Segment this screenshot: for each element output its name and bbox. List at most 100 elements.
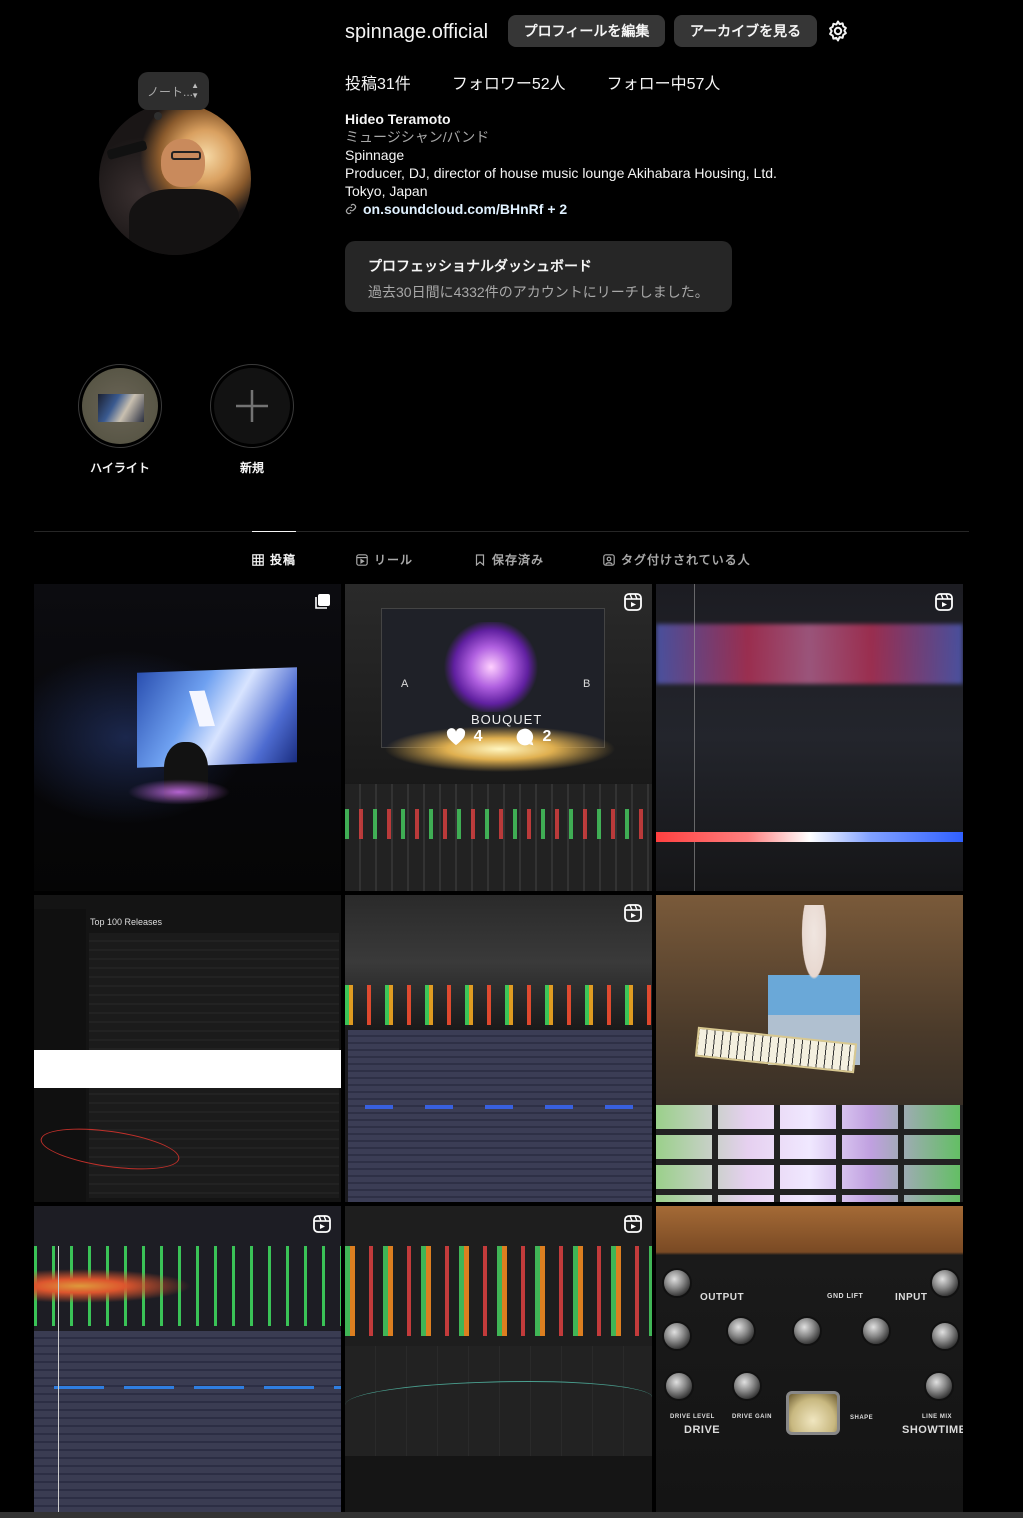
pedal-knob (930, 1268, 960, 1298)
heart-icon (446, 728, 465, 746)
posts-count: 投稿31件 (345, 76, 411, 93)
bio-line-1: Spinnage (345, 147, 405, 163)
post-7-notes (54, 1386, 341, 1389)
post-5-piano-roll (348, 1030, 652, 1202)
pedal-knob (662, 1268, 692, 1298)
note-bubble-tail (154, 112, 162, 120)
note-scroll-icon: ▲ ▼ (191, 81, 199, 100)
likes-count: 4 (473, 728, 483, 745)
pedal-label-output: OUTPUT (700, 1292, 745, 1303)
profile-username: spinnage.official (345, 21, 489, 43)
bio-link[interactable]: on.soundcloud.com/BHnRf + 2 (345, 200, 777, 218)
avatar-image (99, 103, 251, 255)
pedal-label-line-mix: LINE MIX (922, 1414, 953, 1420)
profile-bio: Hideo Teramoto ミュージシャン/バンド Spinnage Prod… (345, 110, 777, 218)
window-scroll-bar[interactable] (0, 1512, 1023, 1518)
pedal-knob (726, 1316, 756, 1346)
post-tile-9[interactable]: OUTPUT INPUT GND LIFT DRIVE LEVEL DRIVE … (656, 1206, 963, 1513)
pedal-label-drive-level: DRIVE LEVEL (670, 1414, 715, 1420)
tab-saved-label: 保存済み (492, 553, 545, 567)
post-8-meters (345, 1246, 652, 1336)
pedal-knob (930, 1321, 960, 1351)
post-6-figure (768, 905, 860, 1105)
bio-name: Hideo Teramoto (345, 111, 451, 127)
grid-icon (252, 553, 264, 566)
active-tab-indicator (252, 531, 296, 532)
post-tile-5[interactable] (345, 895, 652, 1202)
post-2-meters (345, 809, 652, 839)
pedal-label-input: INPUT (895, 1292, 928, 1303)
bio-line-3: Tokyo, Japan (345, 183, 428, 199)
pedal-vu-meter (786, 1391, 840, 1435)
post-4-chart-title: Top 100 Releases (90, 917, 163, 927)
tab-saved[interactable]: 保存済み (474, 551, 544, 568)
dashboard-title: プロフェッショナルダッシュボード (368, 258, 592, 274)
reel-icon (624, 1215, 642, 1233)
reel-icon (624, 593, 642, 611)
post-6-launch-pads (656, 1105, 963, 1202)
tab-reels-label: リール (374, 553, 414, 567)
comment-icon (516, 728, 533, 746)
tab-tagged[interactable]: タグ付けされている人 (603, 551, 751, 568)
new-highlight-cover (214, 368, 290, 444)
reels-icon (356, 553, 368, 566)
bio-link-text: on.soundcloud.com/BHnRf + 2 (363, 201, 568, 217)
highlight-item[interactable]: ハイライト (78, 364, 162, 476)
pedal-knob (664, 1371, 694, 1401)
post-tile-4[interactable]: Top 100 Releases (34, 895, 341, 1202)
likes-stat: 4 (446, 727, 483, 747)
dashboard-subtitle: 過去30日間に4332件のアカウントにリーチしました。 (368, 284, 709, 300)
post-2-label-a: A (401, 678, 409, 690)
pedal-knob (924, 1371, 954, 1401)
post-7-playhead (58, 1246, 59, 1513)
pedal-knob (792, 1316, 822, 1346)
tab-posts-label: 投稿 (270, 553, 297, 567)
pedal-label-drive-gain: DRIVE GAIN (732, 1414, 773, 1420)
new-highlight-label: 新規 (239, 461, 264, 475)
reel-icon (313, 1215, 331, 1233)
highlight-label: ハイライト (90, 461, 150, 475)
post-tile-7[interactable] (34, 1206, 341, 1513)
bookmark-icon (475, 553, 485, 566)
following-count[interactable]: フォロー中57人 (607, 70, 721, 94)
pedal-label-gnd-lift: GND LIFT (827, 1293, 864, 1300)
post-tile-8[interactable] (345, 1206, 652, 1513)
post-3-playhead (694, 584, 695, 891)
post-1-stage-screen (137, 667, 297, 768)
post-7-meters (34, 1246, 341, 1326)
avatar-glasses (171, 151, 201, 160)
view-archive-button[interactable]: アーカイブを見る (674, 15, 817, 47)
new-highlight-button[interactable]: 新規 (210, 364, 294, 476)
post-3-neon-ceiling (656, 624, 963, 684)
highlight-ring (210, 364, 294, 448)
professional-dashboard-card[interactable]: プロフェッショナルダッシュボード 過去30日間に4332件のアカウントにリーチし… (345, 241, 732, 312)
followers-count[interactable]: フォロワー52人 (452, 70, 566, 94)
pedal-label-showtime: SHOWTIME (902, 1424, 963, 1436)
highlight-ring (78, 364, 162, 448)
pedal-knob (861, 1316, 891, 1346)
pedal-label-drive: DRIVE (684, 1424, 721, 1436)
profile-stats: 投稿31件 フォロワー52人 フォロー中57人 (345, 70, 761, 94)
post-tile-1[interactable] (34, 584, 341, 891)
highlight-cover (82, 368, 158, 444)
bio-category: ミュージシャン/バンド (345, 129, 490, 145)
settings-gear-icon[interactable] (826, 19, 850, 43)
post-tile-6[interactable] (656, 895, 963, 1202)
profile-avatar[interactable] (99, 103, 251, 255)
post-tile-2[interactable]: A B BOUQUET 4 2 (345, 584, 652, 891)
post-tile-3[interactable] (656, 584, 963, 891)
tab-tagged-label: タグ付けされている人 (621, 553, 751, 567)
post-2-hover-stats: 4 2 (345, 727, 652, 747)
comments-count: 2 (542, 728, 552, 745)
avatar-mic (106, 139, 148, 161)
post-2-label-b: B (583, 678, 591, 690)
edit-profile-button[interactable]: プロフィールを編集 (508, 15, 665, 47)
post-4-white-band (34, 1050, 341, 1088)
note-bubble[interactable]: ノート... ▲ ▼ (138, 72, 209, 110)
link-icon (345, 203, 357, 215)
plus-icon (236, 390, 268, 422)
reel-icon (935, 593, 953, 611)
tab-reels[interactable]: リール (356, 551, 413, 568)
tab-posts[interactable]: 投稿 (252, 551, 296, 568)
pedal-knob (662, 1321, 692, 1351)
